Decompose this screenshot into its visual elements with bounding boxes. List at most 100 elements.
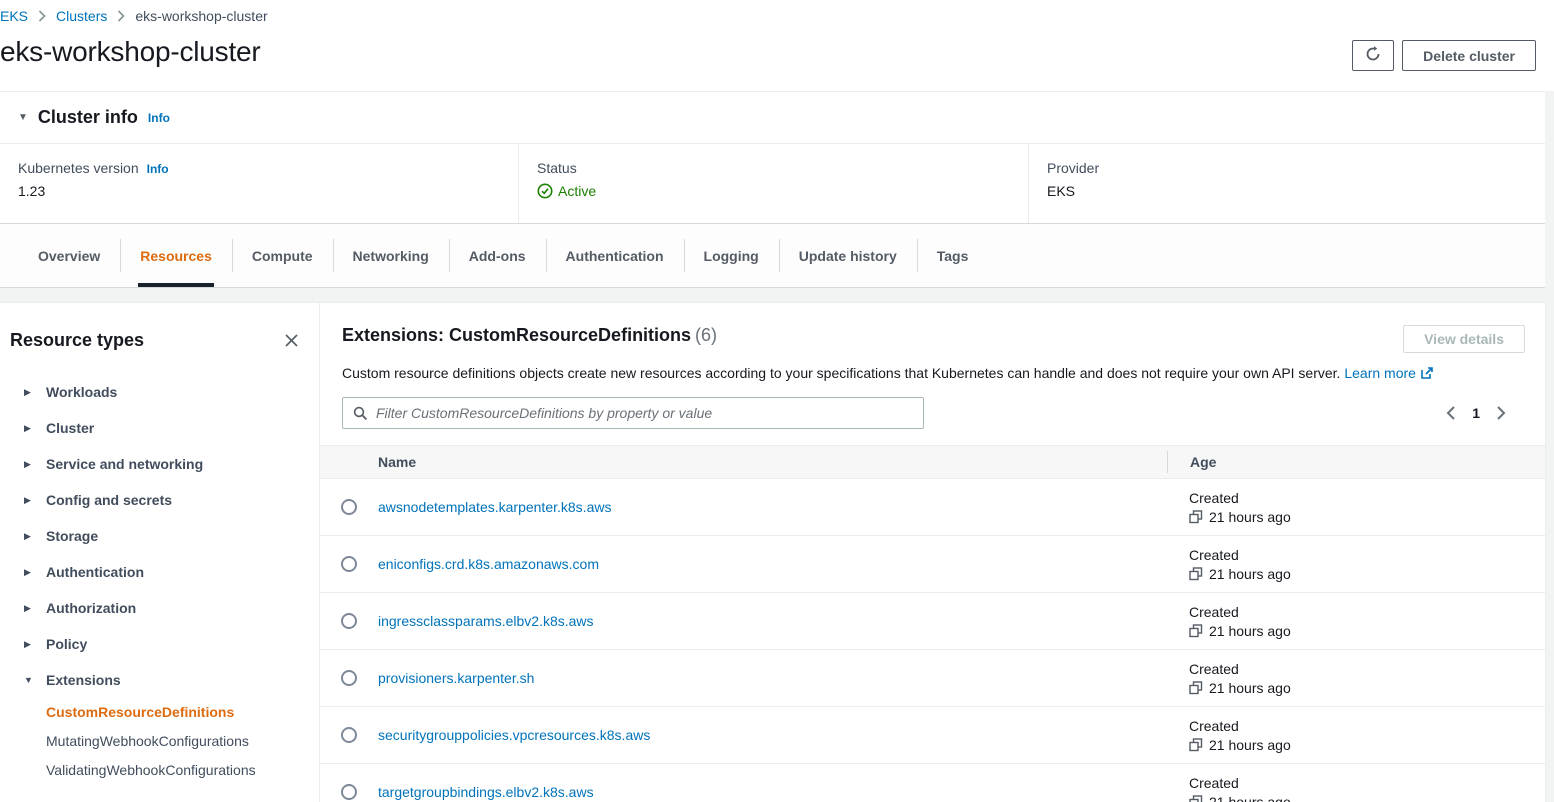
- crd-name-link[interactable]: eniconfigs.crd.k8s.amazonaws.com: [378, 556, 599, 572]
- cluster-info-info-link[interactable]: Info: [148, 111, 170, 125]
- crd-name-link[interactable]: ingressclassparams.elbv2.k8s.aws: [378, 613, 594, 629]
- age-created-label: Created: [1189, 775, 1545, 791]
- row-select-cell: [320, 727, 378, 743]
- sidebar-item-config-and-secrets[interactable]: ▶Config and secrets: [10, 482, 303, 518]
- next-page-icon[interactable]: [1496, 405, 1507, 421]
- chevron-right-icon: ▶: [24, 423, 34, 434]
- age-value-line: 21 hours ago: [1189, 794, 1545, 802]
- row-radio-button[interactable]: [341, 670, 357, 686]
- age-value: 21 hours ago: [1209, 509, 1291, 525]
- tabs-bar: OverviewResourcesComputeNetworkingAdd-on…: [0, 224, 1545, 288]
- tab-resources[interactable]: Resources: [120, 224, 232, 287]
- refresh-button[interactable]: [1352, 40, 1394, 71]
- row-select-cell: [320, 556, 378, 572]
- learn-more-link[interactable]: Learn more: [1344, 365, 1416, 381]
- row-age-cell: Created 21 hours ago: [1167, 661, 1545, 696]
- breadcrumb-separator-icon: [38, 10, 46, 22]
- chevron-right-icon: ▶: [24, 495, 34, 506]
- sidebar-subitem-mutatingwebhookconfigurations[interactable]: MutatingWebhookConfigurations: [10, 727, 303, 756]
- cluster-info-body: Kubernetes version Info 1.23 Status Acti…: [0, 144, 1545, 223]
- row-radio-button[interactable]: [341, 727, 357, 743]
- sidebar-item-workloads[interactable]: ▶Workloads: [10, 374, 303, 410]
- sidebar-item-authorization[interactable]: ▶Authorization: [10, 590, 303, 626]
- crd-name-link[interactable]: securitygrouppolicies.vpcresources.k8s.a…: [378, 727, 650, 743]
- crd-name-link[interactable]: awsnodetemplates.karpenter.k8s.aws: [378, 499, 611, 515]
- crd-heading: Extensions: CustomResourceDefinitions (6…: [342, 325, 717, 346]
- age-value-line: 21 hours ago: [1189, 680, 1545, 696]
- tab-add-ons[interactable]: Add-ons: [449, 224, 546, 287]
- row-name-cell: securitygrouppolicies.vpcresources.k8s.a…: [378, 727, 1167, 743]
- tab-update-history[interactable]: Update history: [779, 224, 917, 287]
- tab-tags[interactable]: Tags: [917, 224, 989, 287]
- external-link-icon: [1420, 366, 1434, 383]
- breadcrumb-link-eks[interactable]: EKS: [0, 8, 28, 24]
- search-icon: [353, 406, 368, 421]
- row-radio-button[interactable]: [341, 556, 357, 572]
- copy-icon[interactable]: [1189, 624, 1203, 638]
- breadcrumb-link-clusters[interactable]: Clusters: [56, 8, 107, 24]
- field-kubernetes-version: Kubernetes version Info 1.23: [0, 144, 518, 223]
- crd-name-link[interactable]: provisioners.karpenter.sh: [378, 670, 534, 686]
- sidebar-item-label: Authentication: [46, 564, 144, 580]
- previous-page-icon[interactable]: [1445, 405, 1456, 421]
- delete-cluster-button[interactable]: Delete cluster: [1402, 40, 1536, 71]
- age-value: 21 hours ago: [1209, 623, 1291, 639]
- collapse-caret-icon: ▼: [18, 112, 28, 123]
- copy-icon[interactable]: [1189, 567, 1203, 581]
- age-value-line: 21 hours ago: [1189, 509, 1545, 525]
- filter-input[interactable]: [376, 405, 913, 421]
- copy-icon[interactable]: [1189, 681, 1203, 695]
- crd-name-link[interactable]: targetgroupbindings.elbv2.k8s.aws: [378, 784, 594, 800]
- chevron-right-icon: ▶: [24, 603, 34, 614]
- row-radio-button[interactable]: [341, 499, 357, 515]
- tab-compute[interactable]: Compute: [232, 224, 333, 287]
- row-radio-button[interactable]: [341, 613, 357, 629]
- copy-icon[interactable]: [1189, 510, 1203, 524]
- copy-icon[interactable]: [1189, 795, 1203, 802]
- kubernetes-version-info-link[interactable]: Info: [147, 162, 169, 176]
- sidebar-item-service-and-networking[interactable]: ▶Service and networking: [10, 446, 303, 482]
- field-label: Status: [537, 160, 577, 176]
- crd-title: Extensions: CustomResourceDefinitions: [342, 325, 691, 345]
- tab-logging[interactable]: Logging: [684, 224, 779, 287]
- sidebar-subitem-customresourcedefinitions[interactable]: CustomResourceDefinitions: [10, 698, 303, 727]
- sidebar-subitem-validatingwebhookconfigurations[interactable]: ValidatingWebhookConfigurations: [10, 756, 303, 785]
- chevron-right-icon: ▶: [24, 531, 34, 542]
- chevron-right-icon: ▶: [24, 387, 34, 398]
- age-created-label: Created: [1189, 661, 1545, 677]
- status-badge: Active: [537, 183, 1010, 199]
- status-text: Active: [558, 183, 596, 199]
- filter-search-box[interactable]: [342, 397, 924, 429]
- sidebar-item-label: Storage: [46, 528, 98, 544]
- sidebar-item-authentication[interactable]: ▶Authentication: [10, 554, 303, 590]
- sidebar-item-cluster[interactable]: ▶ Cluster: [10, 410, 303, 446]
- view-details-button[interactable]: View details: [1403, 325, 1525, 353]
- row-age-cell: Created21 hours ago: [1167, 490, 1545, 525]
- copy-icon[interactable]: [1189, 738, 1203, 752]
- age-value-line: 21 hours ago: [1189, 623, 1545, 639]
- page-number[interactable]: 1: [1472, 405, 1480, 421]
- row-age-cell: Created21 hours ago: [1167, 604, 1545, 639]
- table-row: ingressclassparams.elbv2.k8s.aws Created2…: [320, 593, 1545, 650]
- crd-table: Name Age awsnodetemplates.karpenter.k8s.…: [320, 445, 1545, 802]
- tab-authentication[interactable]: Authentication: [546, 224, 684, 287]
- row-radio-button[interactable]: [341, 784, 357, 800]
- resource-types-sidebar: Resource types ▶Workloads▶Cluster▶Servic…: [0, 303, 320, 802]
- status-check-icon: [537, 183, 553, 199]
- title-actions: Delete cluster: [1352, 40, 1536, 71]
- close-icon[interactable]: [280, 329, 303, 352]
- field-status: Status Active: [518, 144, 1028, 223]
- resources-panel: Resource types ▶Workloads▶Cluster▶Servic…: [0, 302, 1545, 802]
- cluster-info-header[interactable]: ▼ Cluster info Info: [0, 92, 1545, 144]
- sidebar-title: Resource types: [10, 330, 144, 351]
- sidebar-item-label: Cluster: [46, 420, 94, 436]
- tab-networking[interactable]: Networking: [333, 224, 449, 287]
- sidebar-item-label: Policy: [46, 636, 87, 652]
- row-name-cell: eniconfigs.crd.k8s.amazonaws.com: [378, 556, 1167, 572]
- sidebar-item-storage[interactable]: ▶ Storage: [10, 518, 303, 554]
- sidebar-item-extensions[interactable]: ▼Extensions: [10, 662, 303, 698]
- sidebar-item-policy[interactable]: ▶Policy: [10, 626, 303, 662]
- page-title: eks-workshop-cluster: [0, 36, 261, 68]
- table-row: targetgroupbindings.elbv2.k8s.aws Created…: [320, 764, 1545, 802]
- tab-overview[interactable]: Overview: [18, 224, 120, 287]
